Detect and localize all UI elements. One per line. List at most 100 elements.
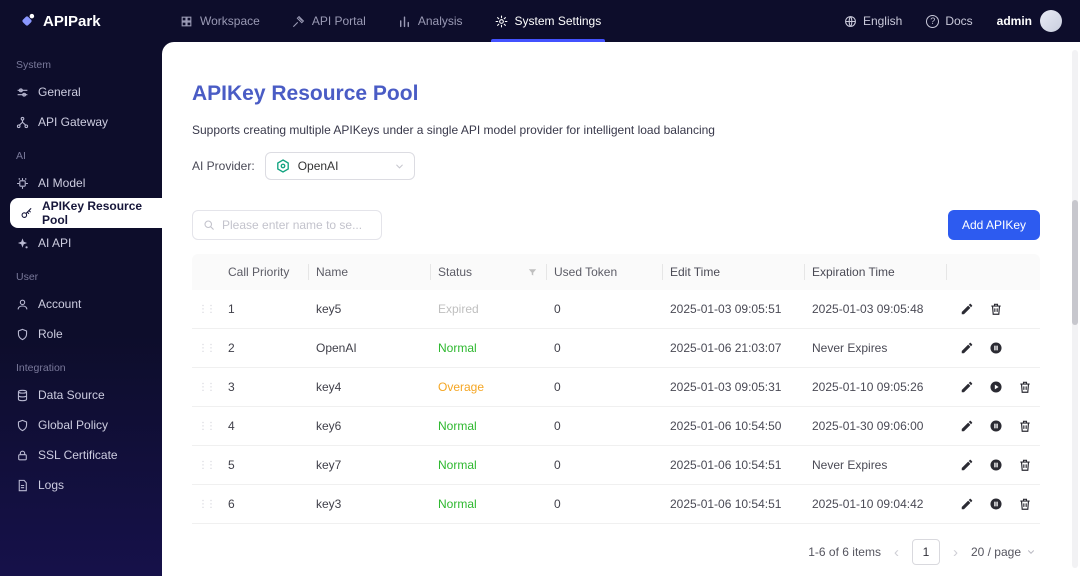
sliders-icon bbox=[16, 86, 29, 99]
database-icon bbox=[16, 389, 29, 402]
handle-column-header bbox=[192, 254, 220, 290]
edit-pencil-icon[interactable] bbox=[960, 302, 974, 316]
sidebar-item-ssl-certificate[interactable]: SSL Certificate bbox=[0, 440, 162, 470]
edit-pencil-icon[interactable] bbox=[960, 497, 974, 511]
apikey-table-area: Add APIKey Call Priority Name Status Use… bbox=[192, 206, 1040, 576]
key-name: key7 bbox=[308, 458, 430, 472]
search-input[interactable] bbox=[222, 218, 371, 232]
page-size-select[interactable]: 20 / page bbox=[971, 545, 1036, 559]
search-icon bbox=[203, 219, 215, 231]
table-toolbar: Add APIKey bbox=[192, 206, 1040, 254]
add-apikey-button[interactable]: Add APIKey bbox=[948, 210, 1040, 240]
chevron-down-icon bbox=[1026, 547, 1036, 557]
tab-system-settings[interactable]: System Settings bbox=[479, 0, 618, 42]
page-size-label: 20 / page bbox=[971, 545, 1021, 559]
delete-trash-icon[interactable] bbox=[1018, 497, 1032, 511]
sidebar-item-apikey-resource-pool[interactable]: APIKey Resource Pool bbox=[10, 198, 162, 228]
current-page[interactable]: 1 bbox=[912, 539, 940, 565]
status-filter-icon[interactable] bbox=[527, 267, 538, 278]
col-call-priority: Call Priority bbox=[220, 254, 308, 290]
delete-trash-icon[interactable] bbox=[1018, 380, 1032, 394]
sidebar-item-global-policy[interactable]: Global Policy bbox=[0, 410, 162, 440]
username: admin bbox=[997, 14, 1032, 28]
spark-icon bbox=[16, 237, 29, 250]
pause-icon[interactable] bbox=[989, 458, 1003, 472]
status-badge: Overage bbox=[430, 380, 546, 394]
edit-pencil-icon[interactable] bbox=[960, 341, 974, 355]
col-expiration-time: Expiration Time bbox=[804, 254, 946, 290]
table-row: ⋮⋮ 2 OpenAI Normal 0 2025-01-06 21:03:07… bbox=[192, 329, 1040, 368]
next-page-icon[interactable]: › bbox=[953, 545, 958, 560]
api-portal-icon bbox=[292, 15, 305, 28]
col-name: Name bbox=[308, 254, 430, 290]
pause-icon[interactable] bbox=[989, 419, 1003, 433]
sidebar-section-integration: Integration bbox=[0, 349, 162, 380]
sidebar-item-data-source[interactable]: Data Source bbox=[0, 380, 162, 410]
sidebar-item-label: Account bbox=[38, 297, 81, 311]
table-row: ⋮⋮ 3 key4 Overage 0 2025-01-03 09:05:31 … bbox=[192, 368, 1040, 407]
sidebar-item-logs[interactable]: Logs bbox=[0, 470, 162, 500]
drag-handle-icon[interactable]: ⋮⋮ bbox=[198, 304, 214, 315]
pagination-summary: 1-6 of 6 items bbox=[808, 545, 881, 559]
sidebar-item-label: AI Model bbox=[38, 176, 85, 190]
tab-analysis[interactable]: Analysis bbox=[382, 0, 479, 42]
apipark-app: APIPark Workspace API Portal Analysis Sy… bbox=[0, 0, 1080, 576]
tab-api-portal[interactable]: API Portal bbox=[276, 0, 382, 42]
avatar bbox=[1040, 10, 1062, 32]
prev-page-icon[interactable]: ‹ bbox=[894, 545, 899, 560]
language-switcher[interactable]: English bbox=[844, 14, 902, 28]
user-menu[interactable]: admin bbox=[997, 10, 1062, 32]
settings-gear-icon bbox=[495, 15, 508, 28]
drag-handle-icon[interactable]: ⋮⋮ bbox=[198, 382, 214, 393]
sidebar-item-api-gateway[interactable]: API Gateway bbox=[0, 107, 162, 137]
edit-pencil-icon[interactable] bbox=[960, 419, 974, 433]
apipark-logo[interactable]: APIPark bbox=[18, 12, 164, 30]
delete-trash-icon[interactable] bbox=[989, 302, 1003, 316]
chip-icon bbox=[16, 177, 29, 190]
status-badge: Expired bbox=[430, 302, 546, 316]
logo-text: APIPark bbox=[43, 13, 101, 30]
search-box bbox=[192, 210, 382, 240]
edit-pencil-icon[interactable] bbox=[960, 458, 974, 472]
sidebar-item-label: Role bbox=[38, 327, 63, 341]
key-name: key4 bbox=[308, 380, 430, 394]
delete-trash-icon[interactable] bbox=[1018, 458, 1032, 472]
sidebar-item-role[interactable]: Role bbox=[0, 319, 162, 349]
pause-icon[interactable] bbox=[989, 497, 1003, 511]
sidebar-item-ai-api[interactable]: AI API bbox=[0, 228, 162, 258]
workspace-icon bbox=[180, 15, 193, 28]
provider-select[interactable]: OpenAI bbox=[265, 152, 415, 180]
drag-handle-icon[interactable]: ⋮⋮ bbox=[198, 499, 214, 510]
sidebar-item-label: APIKey Resource Pool bbox=[42, 199, 146, 227]
tab-workspace[interactable]: Workspace bbox=[164, 0, 276, 42]
used-token: 0 bbox=[546, 380, 662, 394]
shield-icon bbox=[16, 328, 29, 341]
sidebar: System General API Gateway AI AI Model A… bbox=[0, 42, 162, 576]
pause-icon[interactable] bbox=[989, 341, 1003, 355]
edit-pencil-icon[interactable] bbox=[960, 380, 974, 394]
lock-icon bbox=[16, 449, 29, 462]
play-icon[interactable] bbox=[989, 380, 1003, 394]
delete-trash-icon[interactable] bbox=[1018, 419, 1032, 433]
sidebar-item-general[interactable]: General bbox=[0, 77, 162, 107]
sidebar-item-ai-model[interactable]: AI Model bbox=[0, 168, 162, 198]
docs-link[interactable]: ? Docs bbox=[926, 14, 972, 28]
page-subtitle: Supports creating multiple APIKeys under… bbox=[192, 123, 1040, 137]
sidebar-item-label: AI API bbox=[38, 236, 71, 250]
scrollbar-thumb[interactable] bbox=[1072, 200, 1078, 325]
language-label: English bbox=[863, 14, 902, 28]
sidebar-item-label: Global Policy bbox=[38, 418, 108, 432]
used-token: 0 bbox=[546, 302, 662, 316]
drag-handle-icon[interactable]: ⋮⋮ bbox=[198, 421, 214, 432]
drag-handle-icon[interactable]: ⋮⋮ bbox=[198, 343, 214, 354]
sidebar-section-user: User bbox=[0, 258, 162, 289]
edit-time: 2025-01-06 10:54:50 bbox=[662, 419, 804, 433]
sidebar-item-account[interactable]: Account bbox=[0, 289, 162, 319]
nav-label: Workspace bbox=[200, 14, 260, 28]
top-navbar: APIPark Workspace API Portal Analysis Sy… bbox=[0, 0, 1080, 42]
file-icon bbox=[16, 479, 29, 492]
expiration-time: Never Expires bbox=[804, 341, 946, 355]
drag-handle-icon[interactable]: ⋮⋮ bbox=[198, 460, 214, 471]
scrollbar-track[interactable] bbox=[1072, 50, 1078, 568]
nav-label: System Settings bbox=[515, 14, 602, 28]
